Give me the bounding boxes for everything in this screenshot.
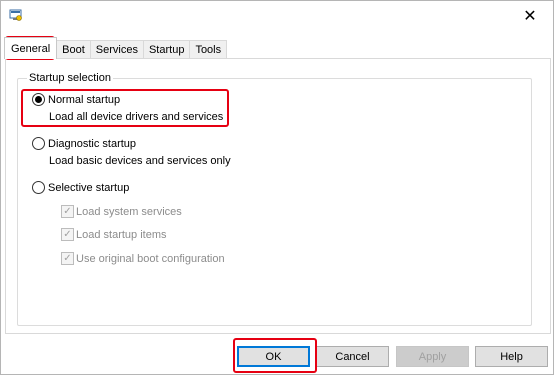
diagnostic-startup-option[interactable]: Diagnostic startup bbox=[32, 137, 136, 150]
help-button[interactable]: Help bbox=[475, 346, 548, 367]
normal-startup-description: Load all device drivers and services bbox=[49, 111, 224, 123]
close-icon: ✕ bbox=[523, 8, 537, 25]
selective-startup-radio[interactable] bbox=[32, 181, 45, 194]
use-original-boot-config-checkbox: ✓ bbox=[61, 252, 74, 265]
apply-button: Apply bbox=[396, 346, 469, 367]
tab-boot[interactable]: Boot bbox=[56, 40, 91, 59]
selective-startup-label: Selective startup bbox=[48, 181, 130, 194]
diagnostic-startup-radio[interactable] bbox=[32, 137, 45, 150]
tab-tools[interactable]: Tools bbox=[189, 40, 228, 59]
selective-startup-option[interactable]: Selective startup bbox=[32, 181, 129, 194]
load-system-services-option: ✓ Load system services bbox=[61, 205, 182, 218]
cancel-button[interactable]: Cancel bbox=[316, 346, 389, 367]
title-bar: ✕ bbox=[1, 1, 553, 31]
system-configuration-window: ✕ General Boot Services Startup Tools St… bbox=[0, 0, 554, 375]
normal-startup-option[interactable]: Normal startup bbox=[32, 93, 120, 106]
load-system-services-label: Load system services bbox=[76, 205, 182, 218]
load-startup-items-label: Load startup items bbox=[76, 228, 167, 241]
tab-general[interactable]: General bbox=[4, 37, 58, 59]
diagnostic-startup-description: Load basic devices and services only bbox=[49, 155, 231, 167]
use-original-boot-config-option: ✓ Use original boot configuration bbox=[61, 252, 225, 265]
load-system-services-checkbox: ✓ bbox=[61, 205, 74, 218]
normal-startup-radio[interactable] bbox=[32, 93, 45, 106]
tab-strip: General Boot Services Startup Tools bbox=[4, 37, 228, 59]
ok-button[interactable]: OK bbox=[237, 346, 310, 367]
msconfig-icon bbox=[9, 9, 22, 21]
load-startup-items-option: ✓ Load startup items bbox=[61, 228, 167, 241]
diagnostic-startup-label: Diagnostic startup bbox=[48, 137, 137, 150]
close-button[interactable]: ✕ bbox=[507, 1, 553, 31]
tab-services[interactable]: Services bbox=[89, 40, 144, 59]
load-startup-items-checkbox: ✓ bbox=[61, 228, 74, 241]
normal-startup-label: Normal startup bbox=[48, 93, 121, 106]
use-original-boot-config-label: Use original boot configuration bbox=[76, 252, 225, 265]
tab-startup[interactable]: Startup bbox=[142, 40, 191, 59]
startup-selection-title: Startup selection bbox=[27, 72, 113, 84]
